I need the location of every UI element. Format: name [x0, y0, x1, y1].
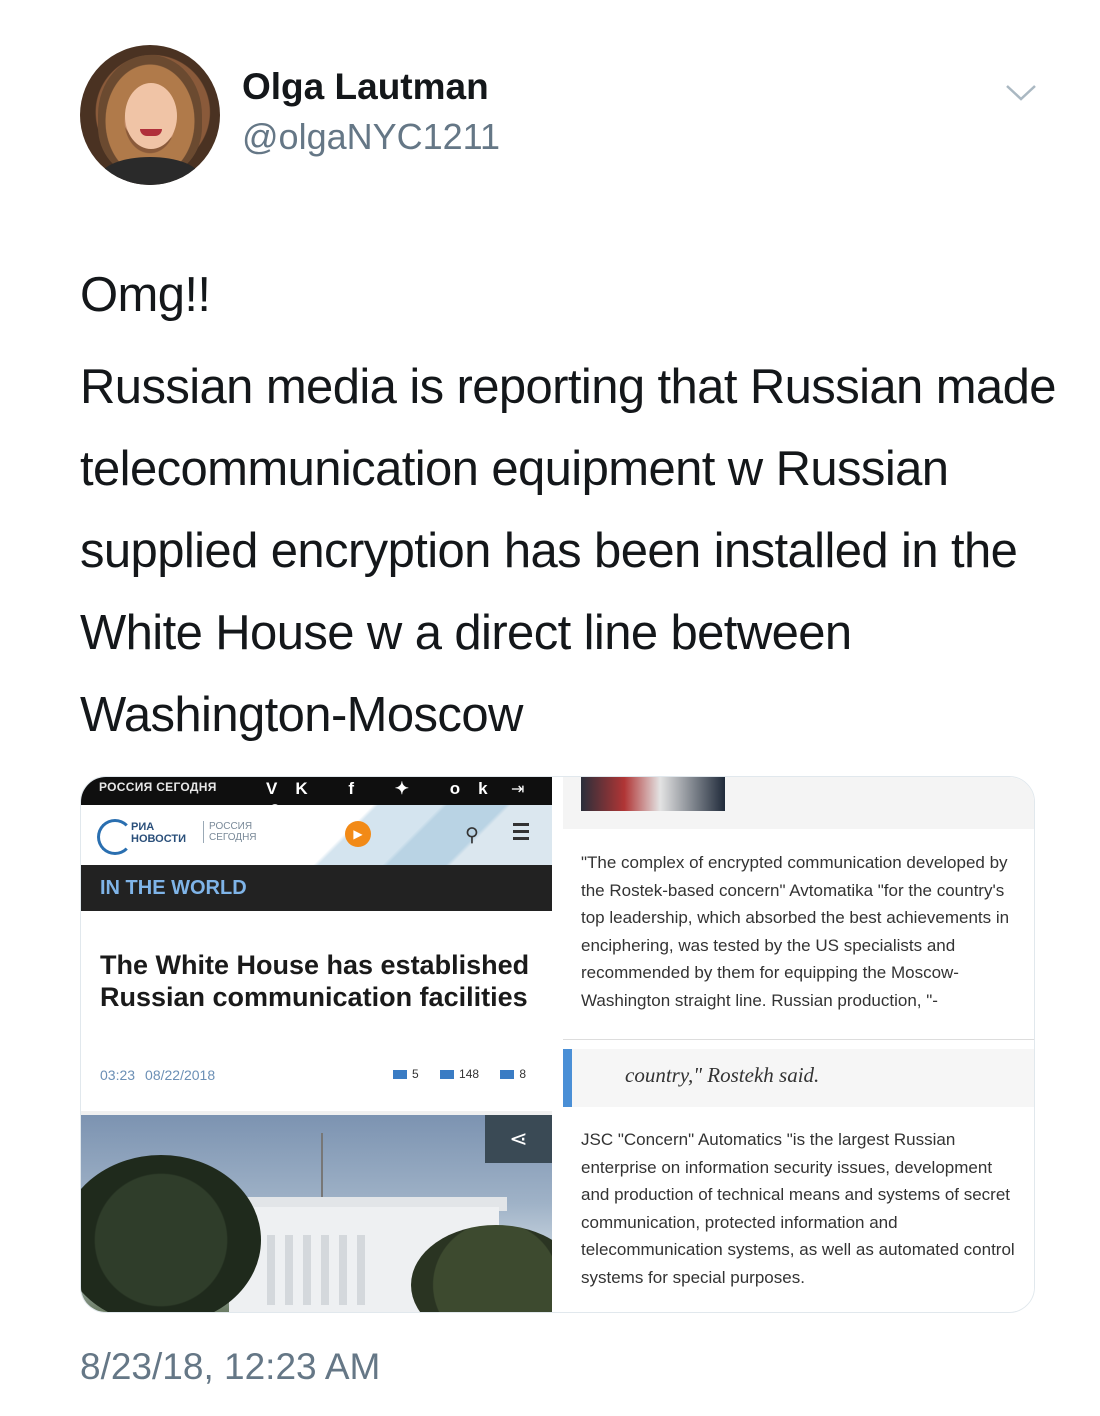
ria-logo-name: РИА НОВОСТИ: [131, 821, 186, 845]
topbar-brand: РОССИЯ СЕГОДНЯ: [99, 780, 217, 794]
article-image-strip: [563, 777, 1034, 829]
exit-icon: ⇥: [511, 781, 525, 798]
dislikes-count: 8: [500, 1067, 526, 1081]
chevron-down-icon[interactable]: [1004, 80, 1038, 104]
ria-logo-icon: [97, 819, 133, 855]
article-body: JSC "Concern" Automatics "is the largest…: [581, 1130, 1015, 1287]
article-headline: The White House has established Russian …: [100, 950, 530, 1012]
article-stats: 5 148 8: [393, 1067, 544, 1081]
site-topbar: РОССИЯ СЕГОДНЯ VK f ✦ ok ☻ ⇥: [81, 777, 552, 818]
blockquote-text: country," Rostekh said.: [625, 1063, 820, 1087]
article-quote: "The complex of encrypted communication …: [581, 853, 1010, 1010]
media-left-screenshot[interactable]: РОССИЯ СЕГОДНЯ VK f ✦ ok ☻ ⇥ РИА НОВОСТИ…: [81, 777, 552, 1312]
avatar-mouth: [140, 129, 162, 136]
article-photo: [581, 777, 725, 811]
ria-sub-line2: СЕГОДНЯ: [209, 832, 257, 843]
article-time: 03:23: [100, 1067, 136, 1083]
tweet-lead: Omg!!: [80, 268, 211, 322]
author-name[interactable]: Olga Lautman: [242, 66, 489, 108]
article-meta: 03:23 08/22/2018: [100, 1067, 215, 1083]
tweet-body: Russian media is reporting that Russian …: [80, 360, 1056, 742]
tweet-text: Omg!! Russian media is reporting that Ru…: [80, 254, 1060, 742]
flagpole: [321, 1133, 323, 1199]
ria-sub-line1: РОССИЯ: [209, 821, 253, 832]
menu-icon: [513, 823, 529, 843]
section-label: IN THE WORLD: [100, 877, 247, 899]
columns: [267, 1235, 387, 1305]
section-bar: IN THE WORLD: [81, 865, 552, 911]
article-date: 08/22/2018: [145, 1067, 216, 1083]
blockquote-bar: [563, 1049, 572, 1107]
play-icon: ▶: [345, 821, 371, 847]
author-avatar[interactable]: [80, 45, 220, 185]
white-house-photo: [81, 1115, 552, 1312]
media-right-screenshot[interactable]: "The complex of encrypted communication …: [563, 777, 1034, 1312]
author-handle[interactable]: @olgaNYC1211: [242, 116, 500, 158]
search-icon: ⚲: [465, 825, 479, 846]
share-icon: ⋖: [485, 1115, 552, 1163]
comment-icon: [393, 1070, 407, 1080]
avatar-face: [125, 83, 177, 149]
ria-logo-line2: НОВОСТИ: [131, 833, 187, 845]
tweet-media[interactable]: РОССИЯ СЕГОДНЯ VK f ✦ ok ☻ ⇥ РИА НОВОСТИ…: [80, 776, 1035, 1313]
likes-count: 148: [440, 1067, 479, 1081]
thumbs-up-icon: [440, 1070, 455, 1080]
thumbs-down-icon: [500, 1070, 515, 1080]
site-header: РИА НОВОСТИ РОССИЯ СЕГОДНЯ ▶ ⚲: [81, 805, 552, 865]
ria-logo-sub: РОССИЯ СЕГОДНЯ: [203, 821, 257, 843]
tweet-timestamp[interactable]: 8/23/18, 12:23 AM: [80, 1346, 380, 1388]
screenshot-seam: [563, 1039, 1034, 1040]
blockquote: country," Rostekh said.: [563, 1049, 1034, 1107]
comments-count: 5: [393, 1067, 419, 1081]
ria-logo-line1: РИА: [131, 821, 155, 833]
tree-left: [81, 1155, 261, 1312]
